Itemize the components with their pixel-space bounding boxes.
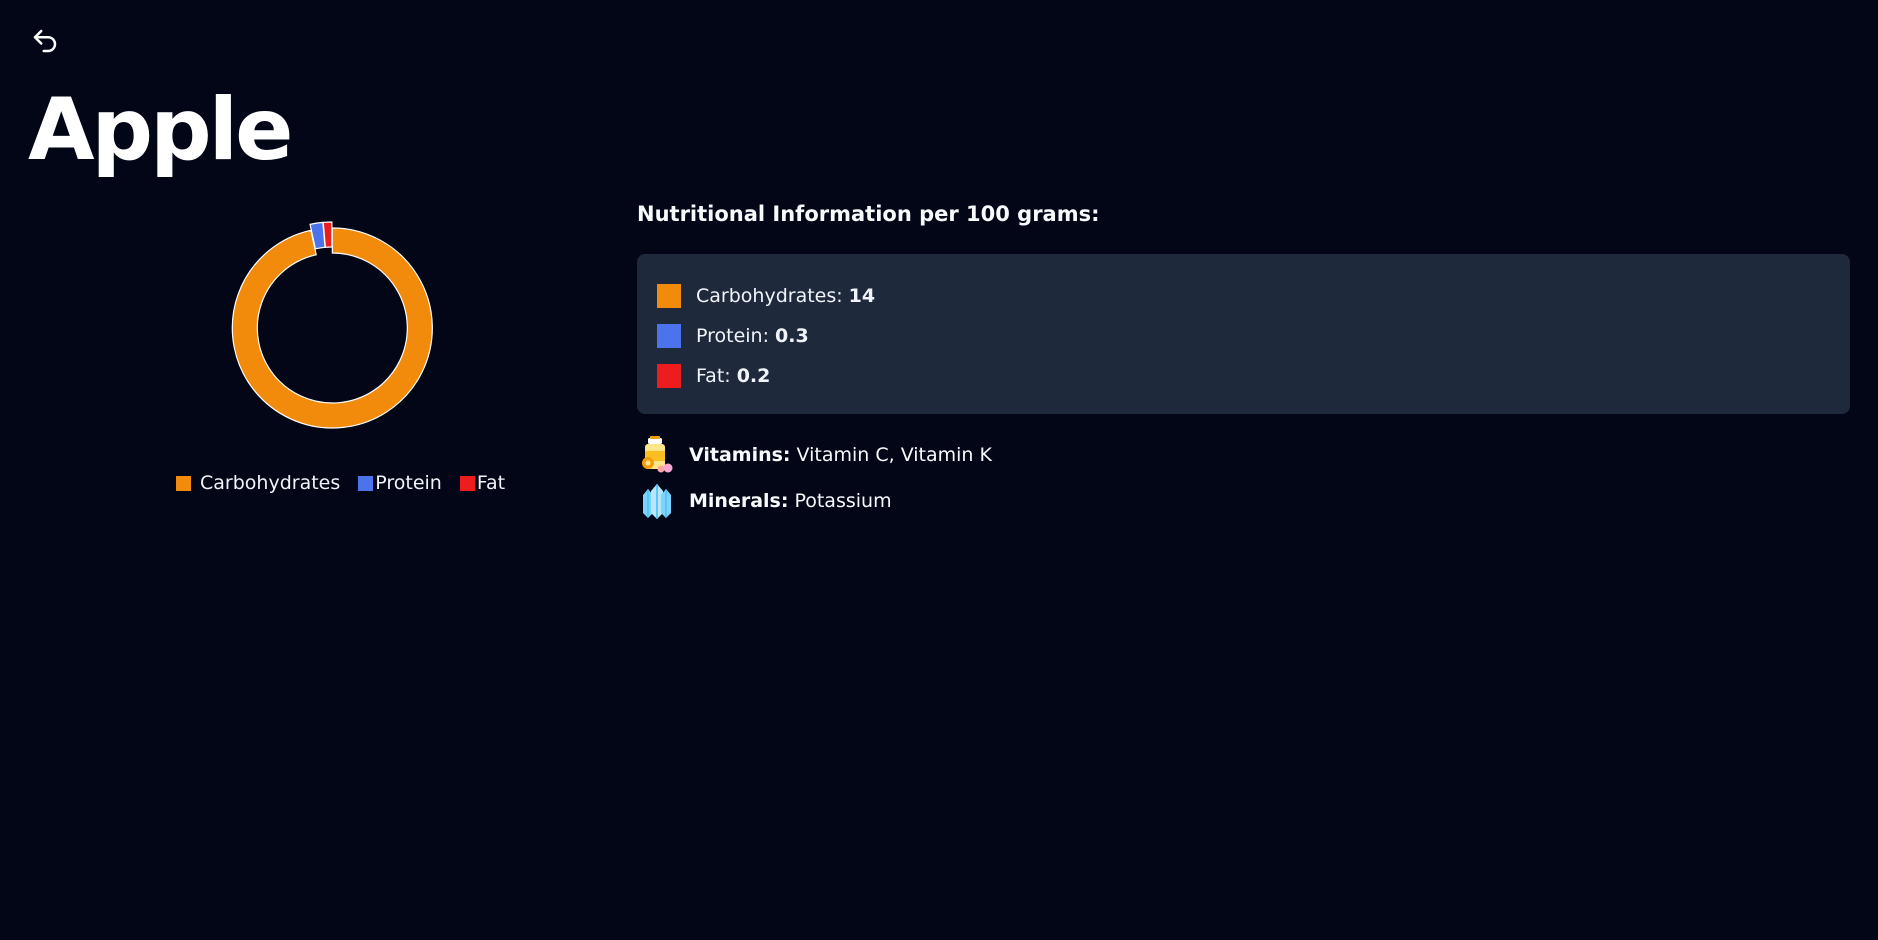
nutrient-facts: Vitamins: Vitamin C, Vitamin K Minerals:… bbox=[637, 432, 992, 524]
nutrient-label: Carbohydrates: bbox=[696, 285, 843, 307]
food-detail-page: Apple Carbohydrates Protein Fat Nutritio… bbox=[0, 0, 1878, 940]
nutrient-panel: Carbohydrates: 14 Protein: 0.3 Fat: 0.2 bbox=[637, 254, 1850, 414]
legend-swatch-protein bbox=[358, 475, 374, 491]
vitamins-row: Vitamins: Vitamin C, Vitamin K bbox=[637, 432, 992, 478]
legend-item-protein[interactable]: Protein bbox=[358, 472, 442, 494]
nutrient-row-carbohydrates: Carbohydrates: 14 bbox=[657, 276, 1850, 316]
legend-item-fat[interactable]: Fat bbox=[459, 472, 506, 494]
vitamin-bottle-icon bbox=[642, 436, 673, 473]
nutrient-label: Fat: bbox=[696, 365, 731, 387]
nutrient-value: 14 bbox=[848, 285, 876, 307]
nutrient-label: Protein: bbox=[696, 325, 770, 347]
vitamins-value: Vitamin C, Vitamin K bbox=[796, 444, 992, 466]
legend-swatch-fat bbox=[459, 475, 475, 491]
mineral-crystal-icon bbox=[643, 484, 671, 519]
legend-swatch-carbohydrates bbox=[176, 475, 191, 491]
slice-fat[interactable] bbox=[322, 221, 333, 248]
nutrient-value: 0.3 bbox=[775, 325, 809, 347]
back-button[interactable] bbox=[28, 24, 62, 58]
nutrient-doughnut-chart bbox=[225, 218, 439, 432]
minerals-label: Minerals: bbox=[689, 490, 789, 512]
legend-item-carbohydrates[interactable]: Carbohydrates bbox=[176, 472, 340, 494]
nutrient-row-fat: Fat: 0.2 bbox=[657, 356, 1850, 396]
swatch-carbohydrates bbox=[657, 284, 681, 308]
nutrient-value: 0.2 bbox=[736, 365, 771, 387]
undo-arrow-icon bbox=[33, 29, 57, 53]
nutrition-info-heading: Nutritional Information per 100 grams: bbox=[637, 202, 1100, 226]
slice-carbohydrates[interactable] bbox=[231, 227, 433, 429]
nutrient-row-protein: Protein: 0.3 bbox=[657, 316, 1850, 356]
legend-label: Carbohydrates bbox=[200, 472, 341, 494]
page-title: Apple bbox=[28, 80, 293, 180]
vitamins-label: Vitamins: bbox=[689, 444, 791, 466]
minerals-row: Minerals: Potassium bbox=[637, 478, 992, 524]
minerals-value: Potassium bbox=[794, 490, 892, 512]
swatch-protein bbox=[657, 324, 681, 348]
chart-legend: Carbohydrates Protein Fat bbox=[176, 472, 505, 494]
legend-label: Fat bbox=[476, 472, 506, 494]
legend-label: Protein bbox=[375, 472, 442, 494]
swatch-fat bbox=[657, 364, 681, 388]
